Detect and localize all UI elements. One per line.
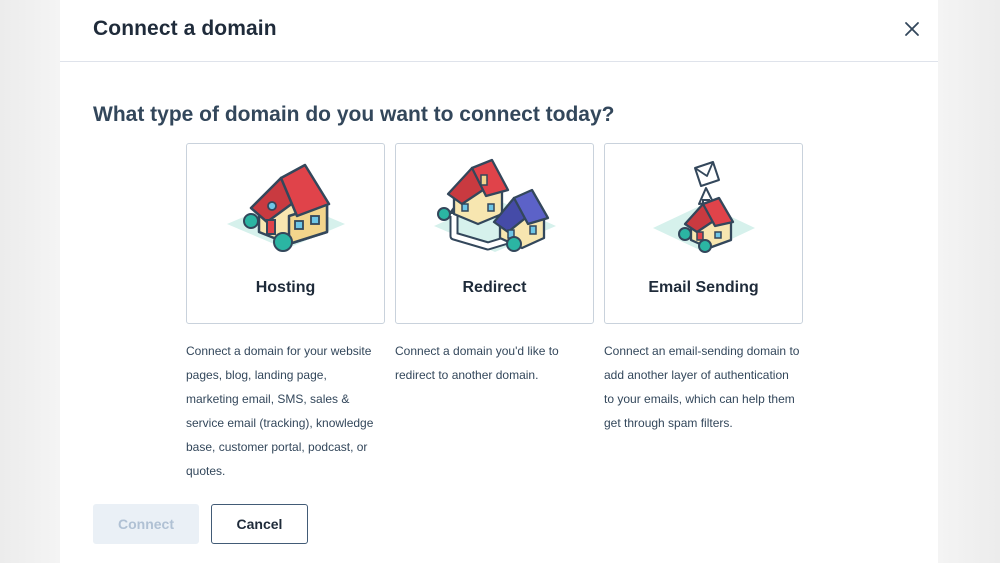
description-line: marketing email, SMS, sales & (186, 392, 350, 406)
description-line: pages, blog, landing page, (186, 368, 327, 382)
dialog-header: Connect a domain (60, 0, 938, 62)
description-line: redirect to another domain. (395, 368, 539, 382)
close-icon (905, 22, 919, 36)
connect-button[interactable]: Connect (93, 504, 199, 544)
house-icon (227, 163, 345, 252)
option-description-email-sending: Connect an email-sending domain to add a… (604, 339, 814, 435)
description-line: quotes. (186, 464, 226, 478)
option-label-hosting: Hosting (255, 279, 316, 296)
option-card-hosting[interactable]: Hosting (186, 143, 385, 324)
description-line: get through spam filters. (604, 416, 733, 430)
option-description-hosting: Connect a domain for your website pages,… (186, 339, 396, 483)
dialog-title: Connect a domain (93, 17, 277, 40)
description-line: Connect a domain you'd like to (395, 344, 559, 358)
domain-type-question: What type of domain do you want to conne… (93, 103, 615, 126)
envelope-icon (694, 161, 720, 187)
option-card-redirect[interactable]: Redirect (395, 143, 594, 324)
connect-domain-dialog: Connect a domain What type of domain do … (60, 0, 938, 563)
redirect-houses-icon (434, 158, 556, 252)
description-line: Connect an email-sending domain to (604, 344, 800, 358)
description-line: to your emails, which can help them (604, 392, 795, 406)
backdrop-right (938, 0, 1000, 563)
option-description-redirect: Connect a domain you'd like to redirect … (395, 339, 605, 387)
option-card-email-sending[interactable]: Email Sending (604, 143, 803, 324)
cancel-button[interactable]: Cancel (211, 504, 308, 544)
description-line: base, customer portal, podcast, or (186, 440, 368, 454)
description-line: service email (tracking), knowledge (186, 416, 374, 430)
close-button[interactable] (902, 19, 922, 39)
option-label-redirect: Redirect (462, 279, 527, 296)
description-line: Connect a domain for your website (186, 344, 372, 358)
description-line: add another layer of authentication (604, 368, 789, 382)
option-label-email-sending: Email Sending (648, 279, 759, 296)
email-house-icon (653, 161, 755, 253)
backdrop-left (0, 0, 60, 563)
